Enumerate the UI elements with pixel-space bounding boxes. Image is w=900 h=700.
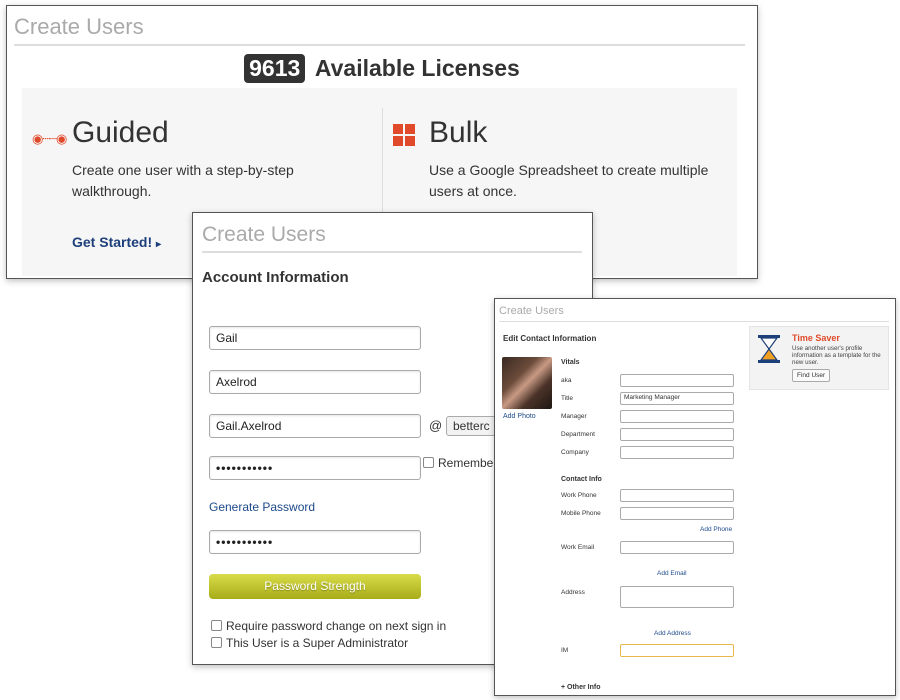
manager-input[interactable] [620, 410, 734, 423]
arrow-right-icon: ▸ [156, 239, 162, 250]
department-label: Department [561, 431, 595, 438]
title-input[interactable]: Marketing Manager [620, 392, 734, 405]
get-started-label: Get Started! [72, 234, 153, 250]
manager-label: Manager [561, 413, 587, 420]
guided-description: Create one user with a step-by-step walk… [72, 162, 294, 199]
license-count-badge: 9613 [244, 54, 306, 83]
title-label: Title [561, 395, 574, 402]
add-address-link[interactable]: Add Address [654, 630, 691, 637]
time-saver-title: Time Saver [792, 333, 840, 343]
spreadsheet-grid-icon [393, 124, 415, 146]
aka-input[interactable] [620, 374, 734, 387]
user-photo [502, 357, 552, 409]
super-admin-option[interactable]: This User is a Super Administrator [211, 636, 408, 650]
license-label: Available Licenses [314, 55, 520, 81]
aka-label: aka [561, 377, 572, 384]
contact-information-panel: Create Users Edit Contact Information Ad… [494, 298, 896, 696]
panel-title: Create Users [202, 223, 326, 246]
require-change-label: Require password change on next sign in [226, 619, 447, 633]
guided-title: Guided [72, 116, 169, 149]
last-name-input[interactable]: Axelrod [209, 370, 421, 394]
bulk-description: Use a Google Spreadsheet to create multi… [429, 162, 709, 199]
require-change-checkbox[interactable] [211, 620, 222, 631]
username-input[interactable]: Gail.Axelrod [209, 414, 421, 438]
im-label: IM [561, 647, 569, 654]
password-strength-bar: Password Strength [209, 574, 421, 599]
divider [14, 44, 745, 46]
add-phone-link[interactable]: Add Phone [700, 526, 732, 533]
address-label: Address [561, 589, 585, 596]
time-saver-description: Use another user's profile information a… [792, 345, 881, 366]
first-name-input[interactable]: Gail [209, 326, 421, 350]
at-sign: @ [429, 418, 443, 433]
company-input[interactable] [620, 446, 734, 459]
bulk-title: Bulk [429, 116, 488, 149]
work-phone-input[interactable] [620, 489, 734, 502]
find-user-button[interactable]: Find User [792, 369, 831, 382]
time-saver-box: Time Saver Use another user's profile in… [749, 326, 889, 390]
panel-title: Create Users [14, 14, 144, 39]
hourglass-icon [758, 335, 780, 363]
divider [202, 251, 582, 253]
mobile-phone-input[interactable] [620, 507, 734, 520]
im-input[interactable] [620, 644, 734, 657]
section-title: Account Information [202, 269, 349, 286]
mobile-phone-label: Mobile Phone [561, 510, 601, 517]
section-title: Edit Contact Information [503, 334, 597, 343]
other-info-toggle[interactable]: + Other Info [561, 684, 600, 691]
contact-info-heading: Contact Info [561, 476, 602, 483]
work-phone-label: Work Phone [561, 492, 597, 499]
add-email-link[interactable]: Add Email [657, 570, 687, 577]
generate-password-link[interactable]: Generate Password [209, 500, 315, 514]
add-photo-link[interactable]: Add Photo [503, 413, 536, 420]
require-change-option[interactable]: Require password change on next sign in [211, 619, 446, 633]
super-admin-label: This User is a Super Administrator [226, 636, 409, 650]
work-email-label: Work Email [561, 544, 595, 551]
remember-checkbox[interactable] [423, 457, 434, 468]
address-textarea[interactable] [620, 586, 734, 608]
super-admin-checkbox[interactable] [211, 637, 222, 648]
divider [499, 321, 889, 322]
get-started-link[interactable]: Get Started! ▸ [72, 234, 161, 250]
confirm-password-input[interactable]: ••••••••••• [209, 530, 421, 554]
available-licenses: 9613 Available Licenses [7, 54, 757, 83]
department-input[interactable] [620, 428, 734, 441]
password-input[interactable]: ••••••••••• [209, 456, 421, 480]
company-label: Company [561, 449, 589, 456]
guided-steps-icon: ◉┈┈◉ [32, 131, 67, 146]
work-email-input[interactable] [620, 541, 734, 554]
vitals-heading: Vitals [561, 359, 580, 366]
remember-label: Remembe [438, 456, 494, 470]
remember-option[interactable]: Remembe [423, 456, 493, 470]
panel-title: Create Users [499, 305, 564, 317]
